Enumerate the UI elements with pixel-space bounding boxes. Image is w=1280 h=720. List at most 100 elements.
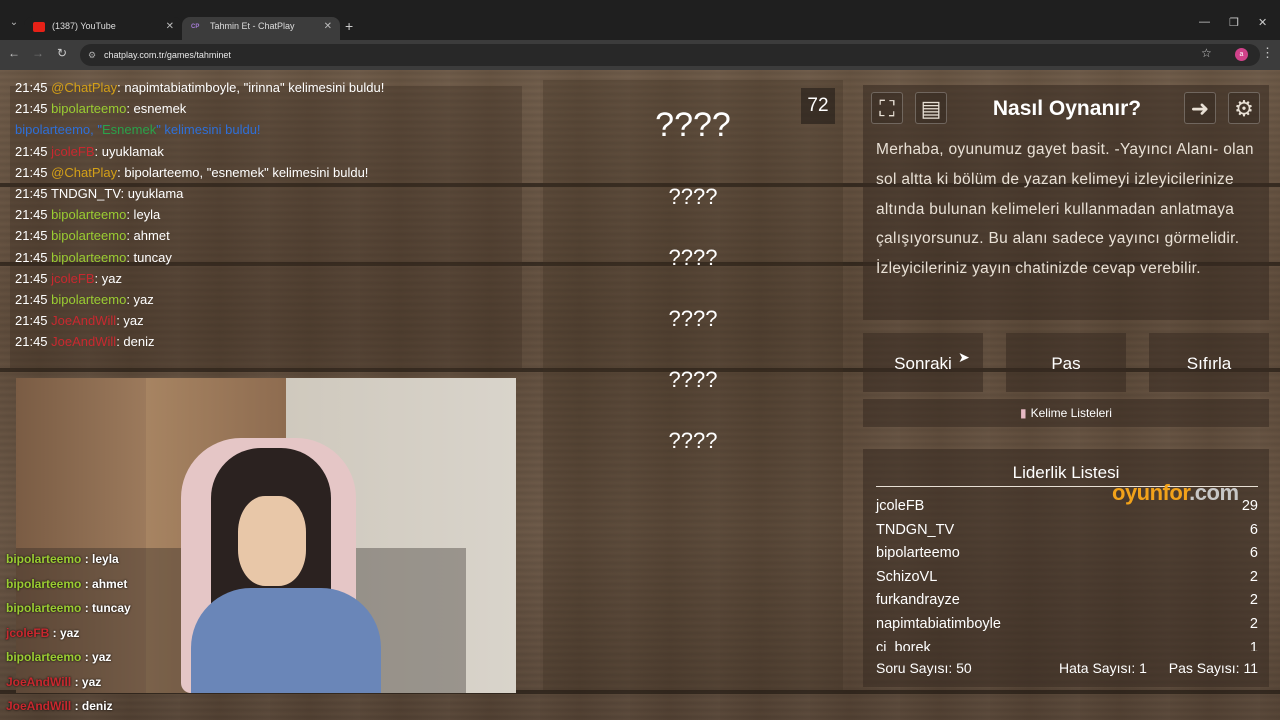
word-lists-label: Kelime Listeleri bbox=[1030, 406, 1112, 420]
overlay-username: jcoleFB bbox=[6, 625, 50, 640]
leaderboard-row: SchizoVL 2 bbox=[876, 569, 1258, 585]
overlay-text: : yaz bbox=[81, 650, 112, 664]
leaderboard-score: 29 bbox=[1241, 498, 1258, 514]
word-slot: ???? bbox=[668, 306, 718, 331]
overlay-chat-message: jcoleFB : yaz bbox=[6, 626, 79, 640]
chat-time: 21:45 bbox=[15, 80, 48, 95]
system-message: bipolarteemo, " bbox=[15, 122, 102, 138]
tab-search-icon[interactable]: ⌄ bbox=[4, 17, 24, 35]
overlay-text: : yaz bbox=[71, 674, 102, 689]
overlay-chat-message: bipolarteemo : leyla bbox=[6, 552, 119, 566]
tab-youtube[interactable]: (1387) YouTube ✕ bbox=[24, 17, 182, 40]
chat-time: 21:45 bbox=[15, 164, 48, 180]
chat-username[interactable]: bipolarteemo bbox=[51, 101, 126, 116]
chat-message: 21:45 @ChatPlay: napimtabiatimboyle, "ir… bbox=[15, 80, 384, 95]
notebook-icon: ▮ bbox=[1020, 406, 1027, 420]
overlay-text: : leyla bbox=[81, 552, 119, 566]
chat-text: : uyuklamak bbox=[94, 143, 164, 159]
chat-username[interactable]: jcoleFB bbox=[51, 144, 94, 159]
pass-count: Pas Sayısı: 11 bbox=[1168, 660, 1258, 676]
chat-username[interactable]: bipolarteemo bbox=[51, 292, 126, 307]
bookmark-star-icon[interactable]: ☆ bbox=[1201, 46, 1212, 60]
watermark-main: oyunfor bbox=[1112, 480, 1190, 505]
close-icon[interactable]: ✕ bbox=[324, 17, 332, 36]
chat-message: bipolarteemo, "Esnemek" kelimesini buldu… bbox=[15, 122, 261, 137]
maximize-icon[interactable]: ❐ bbox=[1229, 16, 1239, 29]
browser-tab-bar: ⌄ (1387) YouTube ✕ CP Tahmin Et - ChatPl… bbox=[0, 0, 1280, 40]
leaderboard-name: TNDGN_TV bbox=[876, 521, 955, 538]
leaderboard-row: furkandrayze 2 bbox=[876, 592, 1258, 608]
chat-text: : tuncay bbox=[126, 249, 172, 265]
leaderboard-score: 6 bbox=[1249, 521, 1258, 538]
chat-text: : esnemek bbox=[126, 101, 187, 117]
streamer-face bbox=[238, 496, 306, 586]
new-tab-icon[interactable]: + bbox=[345, 17, 353, 35]
overlay-chat-message: bipolarteemo : tuncay bbox=[6, 601, 131, 615]
question-count: Soru Sayısı: 50 bbox=[876, 660, 972, 676]
chat-text: : yaz bbox=[94, 270, 122, 286]
leaderboard-name: ci_borek bbox=[876, 639, 931, 651]
reset-button[interactable]: Sıfırla bbox=[1149, 333, 1269, 392]
error-count: Hata Sayısı: 1 bbox=[1059, 660, 1147, 676]
streamer-webcam bbox=[16, 378, 516, 693]
chat-message: 21:45 bipolarteemo: ahmet bbox=[15, 228, 170, 243]
chat-text: : leyla bbox=[126, 207, 161, 223]
how-to-play-text: Merhaba, oyunumuz gayet basit. -Yayıncı … bbox=[876, 141, 1254, 278]
close-icon[interactable]: ✕ bbox=[166, 17, 174, 36]
chat-time: 21:45 bbox=[15, 143, 48, 159]
word-slot: ???? bbox=[668, 367, 718, 392]
minimize-icon[interactable]: — bbox=[1199, 16, 1210, 28]
chat-time: 21:45 bbox=[15, 292, 48, 307]
chat-text: : yaz bbox=[126, 292, 154, 307]
chat-message: 21:45 jcoleFB: uyuklamak bbox=[15, 144, 164, 159]
window-close-icon[interactable]: ✕ bbox=[1258, 16, 1267, 29]
url-field[interactable]: ⚙ chatplay.com.tr/games/tahminet bbox=[80, 44, 1260, 66]
profile-avatar[interactable]: a bbox=[1235, 48, 1248, 61]
chat-username[interactable]: JoeAndWill bbox=[51, 313, 116, 328]
leaderboard-row: ci_borek 1 bbox=[876, 640, 1258, 651]
chat-username[interactable]: @ChatPlay bbox=[51, 165, 117, 180]
tab-label: Tahmin Et - ChatPlay bbox=[210, 21, 295, 31]
chat-username[interactable]: @ChatPlay bbox=[51, 80, 117, 95]
chat-username[interactable]: TNDGN_TV bbox=[51, 186, 121, 201]
overlay-chat-message: JoeAndWill : deniz bbox=[6, 699, 113, 713]
overlay-username: JoeAndWill bbox=[6, 699, 72, 713]
settings-gear-icon[interactable]: ⚙ bbox=[1228, 92, 1260, 124]
chat-username[interactable]: bipolarteemo bbox=[51, 250, 126, 265]
tab-chatplay[interactable]: CP Tahmin Et - ChatPlay ✕ bbox=[182, 17, 340, 40]
exit-icon[interactable]: ➜ bbox=[1184, 92, 1216, 124]
chat-time: 21:45 bbox=[15, 186, 48, 201]
chat-message: 21:45 bipolarteemo: tuncay bbox=[15, 250, 172, 265]
how-to-play-title: Nasıl Oynanır? bbox=[992, 97, 1142, 120]
leaderboard-score: 2 bbox=[1249, 568, 1258, 585]
word-slot: ???? bbox=[668, 245, 718, 270]
chat-text: : deniz bbox=[116, 334, 155, 350]
chat-username[interactable]: bipolarteemo bbox=[51, 207, 126, 222]
leaderboard-row: napimtabiatimboyle 2 bbox=[876, 616, 1258, 632]
leaderboard-list[interactable]: jcoleFB 29 TNDGN_TV 6 bipolarteemo 6 SchizoVL 2… bbox=[863, 495, 1269, 651]
chat-time: 21:45 bbox=[15, 313, 48, 329]
chat-text: : yaz bbox=[116, 313, 144, 329]
fullscreen-icon[interactable]: ⛶ bbox=[871, 92, 903, 124]
overlay-chat-message: bipolarteemo : yaz bbox=[6, 650, 111, 664]
chat-text: : uyuklama bbox=[120, 186, 184, 201]
chat-username[interactable]: jcoleFB bbox=[51, 271, 94, 286]
youtube-icon bbox=[33, 22, 45, 32]
forward-icon[interactable]: → bbox=[30, 46, 46, 60]
chat-text: : ahmet bbox=[126, 228, 170, 244]
chat-time: 21:45 bbox=[15, 207, 48, 223]
chat-username[interactable]: JoeAndWill bbox=[51, 334, 116, 349]
chat-time: 21:45 bbox=[15, 228, 48, 244]
reload-icon[interactable]: ↻ bbox=[54, 46, 70, 60]
chat-time: 21:45 bbox=[15, 270, 48, 286]
more-options-icon[interactable]: ⋮ bbox=[1261, 45, 1274, 61]
word-lists-button[interactable]: ▮ Kelime Listeleri bbox=[863, 399, 1269, 427]
chat-message: 21:45 bipolarteemo: leyla bbox=[15, 207, 160, 222]
chat-message: 21:45 @ChatPlay: bipolarteemo, "esnemek"… bbox=[15, 165, 368, 180]
pass-button[interactable]: Pas bbox=[1006, 333, 1126, 392]
chat-username[interactable]: bipolarteemo bbox=[51, 228, 126, 243]
streamer-shirt bbox=[191, 588, 381, 693]
site-info-icon[interactable]: ⚙ bbox=[88, 44, 96, 66]
leaderboard-name: furkandrayze bbox=[876, 592, 960, 609]
back-icon[interactable]: ← bbox=[6, 46, 22, 60]
